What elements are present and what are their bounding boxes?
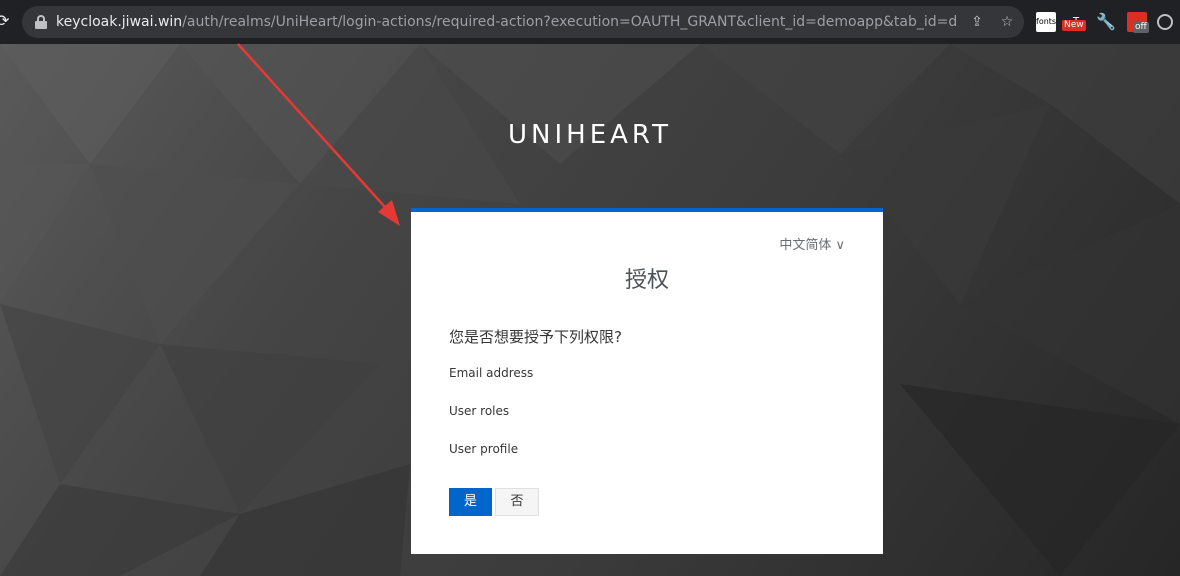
accept-button[interactable]: 是 [449,488,492,516]
new-extension-icon[interactable]: TNew [1062,12,1086,32]
wrench-extension-icon[interactable]: 🔧 [1096,12,1116,32]
url-text[interactable]: keycloak.jiwai.win/auth/realms/UniHeart/… [56,14,956,30]
url-host: keycloak.jiwai.win [56,14,183,30]
browser-toolbar: ⟳ keycloak.jiwai.win/auth/realms/UniHear… [0,0,1180,44]
off-extension-icon[interactable]: off [1127,12,1149,33]
address-bar[interactable]: keycloak.jiwai.win/auth/realms/UniHeart/… [22,6,1024,38]
scope-item-roles: User roles [449,404,510,418]
realm-title: UNIHEART [508,120,672,150]
card-title: 授权 [624,268,669,293]
url-path: /auth/realms/UniHeart/login-actions/requ… [182,14,956,30]
fonts-extension-icon[interactable]: fonts [1036,12,1056,32]
consent-card: 中文简体 ∨ 授权 您是否想要授予下列权限? Email address Use… [411,208,883,554]
off-badge: off [1133,22,1149,33]
new-badge: New [1062,20,1086,31]
dial-extension-icon[interactable] [1157,14,1173,30]
bookmark-star-icon[interactable]: ☆ [998,13,1016,31]
lock-icon[interactable] [34,15,48,29]
language-selector[interactable]: 中文简体 ∨ [779,234,845,253]
fonts-extension-label: fonts [1036,17,1057,26]
share-icon[interactable]: ⇪ [968,13,986,31]
scope-item-email: Email address [449,366,534,380]
decline-button[interactable]: 否 [495,488,539,516]
scope-item-profile: User profile [449,442,519,456]
reload-icon[interactable]: ⟳ [0,11,16,31]
consent-question: 您是否想要授予下列权限? [449,328,622,346]
